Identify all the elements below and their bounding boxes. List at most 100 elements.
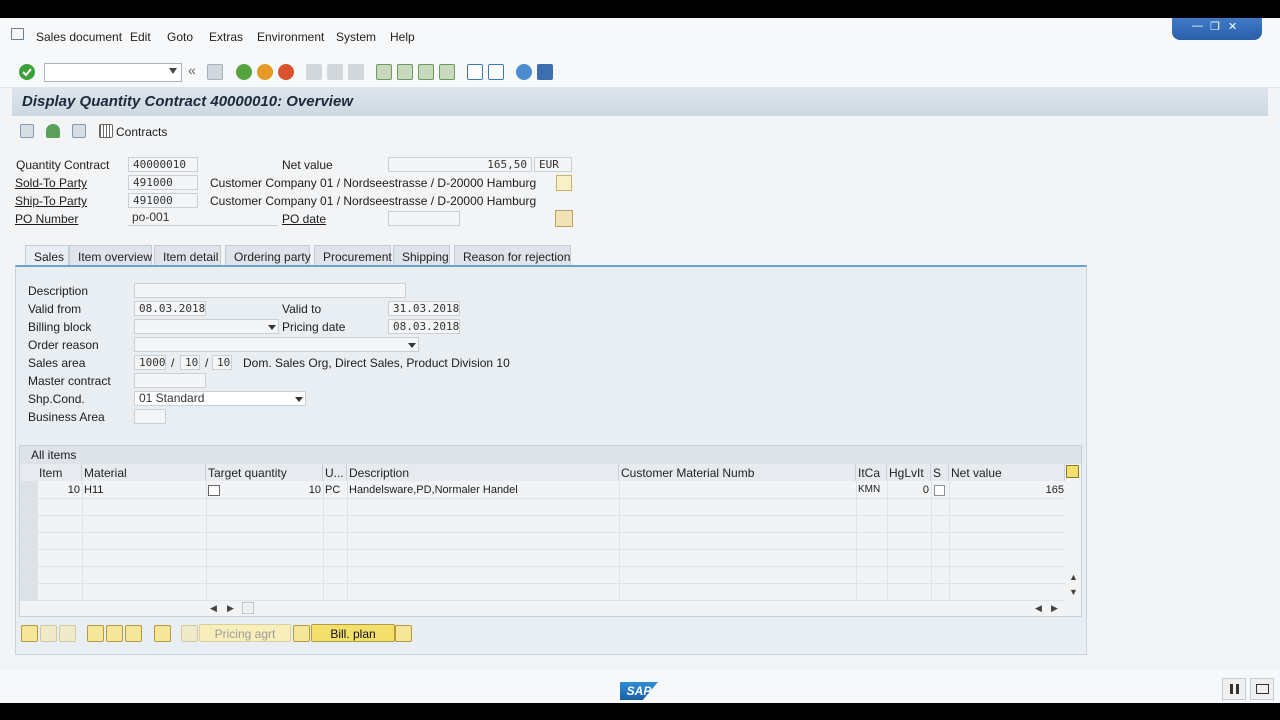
shortcut-icon[interactable] bbox=[488, 64, 504, 80]
menu-extras[interactable]: Extras bbox=[209, 30, 243, 44]
column-header-s[interactable]: S bbox=[931, 464, 949, 481]
description-field[interactable] bbox=[134, 283, 406, 298]
menu-edit[interactable]: Edit bbox=[130, 30, 151, 44]
master-contract-field[interactable] bbox=[134, 373, 206, 388]
column-header-hglvit[interactable]: HgLvIt bbox=[887, 464, 931, 481]
cell-net-value[interactable]: 165 bbox=[951, 484, 1064, 496]
help-icon[interactable] bbox=[516, 64, 532, 80]
menu-environment[interactable]: Environment bbox=[257, 30, 324, 44]
exit-icon[interactable] bbox=[257, 64, 273, 80]
column-header-itca[interactable]: ItCa bbox=[856, 464, 887, 481]
cell-hglvit[interactable]: 0 bbox=[889, 484, 929, 496]
order-icon[interactable] bbox=[72, 124, 86, 138]
business-area-field[interactable] bbox=[134, 409, 166, 424]
chevron-down-icon[interactable] bbox=[408, 343, 416, 348]
new-session-icon[interactable] bbox=[467, 64, 483, 80]
note-icon[interactable] bbox=[556, 175, 572, 191]
tab-shipping[interactable]: Shipping bbox=[393, 245, 450, 267]
scroll-left-icon[interactable]: ◀ bbox=[210, 603, 217, 614]
valid-to-field[interactable]: 31.03.2018 bbox=[388, 301, 460, 316]
bill-plan-button[interactable]: Bill. plan bbox=[311, 624, 395, 642]
bill-plan-search-icon[interactable] bbox=[293, 625, 310, 642]
column-header-customer-material[interactable]: Customer Material Numb bbox=[619, 464, 856, 481]
ship-to-field[interactable]: 491000 bbox=[128, 193, 198, 208]
tab-item-detail[interactable]: Item detail bbox=[154, 245, 221, 267]
double-chevron-left-icon[interactable]: « bbox=[188, 62, 204, 78]
valid-from-field[interactable]: 08.03.2018 bbox=[134, 301, 206, 316]
insert-row-icon[interactable] bbox=[40, 625, 57, 642]
next-page-icon[interactable] bbox=[418, 64, 434, 80]
po-number-field[interactable]: po-001 bbox=[128, 211, 278, 226]
last-page-icon[interactable] bbox=[439, 64, 455, 80]
find-next-icon[interactable] bbox=[348, 64, 364, 80]
cell-itca[interactable]: KMN bbox=[858, 484, 886, 495]
horizontal-scrollbar-thumb[interactable] bbox=[242, 602, 254, 614]
billing-block-dropdown[interactable] bbox=[134, 319, 279, 334]
column-header-net-value[interactable]: Net value bbox=[949, 464, 1065, 481]
scroll-right-icon[interactable]: ▶ bbox=[227, 603, 234, 614]
restore-icon[interactable]: ❐ bbox=[1210, 20, 1220, 33]
tab-sales[interactable]: Sales bbox=[25, 245, 69, 267]
deselect-all-icon[interactable] bbox=[125, 625, 142, 642]
find-icon[interactable] bbox=[327, 64, 343, 80]
orders-icon[interactable] bbox=[555, 210, 573, 227]
menu-document-icon[interactable] bbox=[11, 28, 24, 40]
scroll-left-icon[interactable]: ◀ bbox=[1035, 603, 1042, 614]
pricing-agrt-button[interactable]: Pricing agrt bbox=[199, 624, 291, 642]
currency-field[interactable]: EUR bbox=[534, 157, 572, 172]
edit-icon[interactable] bbox=[395, 625, 412, 642]
shipping-condition-dropdown[interactable]: 01 Standard bbox=[134, 391, 306, 406]
distribution-channel-field[interactable]: 10 bbox=[180, 355, 200, 370]
po-number-label[interactable]: PO Number bbox=[15, 212, 78, 226]
cancel-icon[interactable] bbox=[278, 64, 294, 80]
first-page-icon[interactable] bbox=[376, 64, 392, 80]
order-reason-dropdown[interactable] bbox=[134, 337, 419, 352]
enter-check-icon[interactable] bbox=[19, 64, 35, 80]
table-settings-icon[interactable] bbox=[1066, 465, 1079, 478]
menu-help[interactable]: Help bbox=[390, 30, 415, 44]
contracts-icon[interactable] bbox=[99, 124, 113, 138]
tab-item-overview[interactable]: Item overview bbox=[69, 245, 152, 267]
pricing-search-icon[interactable] bbox=[181, 625, 198, 642]
scroll-down-icon[interactable]: ▼ bbox=[1069, 587, 1078, 597]
customize-layout-icon[interactable] bbox=[537, 64, 553, 80]
cell-item[interactable]: 10 bbox=[50, 484, 80, 496]
ship-to-label[interactable]: Ship-To Party bbox=[15, 194, 87, 208]
column-header-material[interactable]: Material bbox=[82, 464, 206, 481]
division-field[interactable]: 10 bbox=[212, 355, 232, 370]
tab-reason-for-rejection[interactable]: Reason for rejection bbox=[454, 245, 571, 267]
sold-to-label[interactable]: Sold-To Party bbox=[15, 176, 87, 190]
menu-system[interactable]: System bbox=[336, 30, 376, 44]
back-icon[interactable] bbox=[236, 64, 252, 80]
cell-unit[interactable]: PC bbox=[325, 484, 347, 496]
select-block-icon[interactable] bbox=[106, 625, 123, 642]
column-header-item[interactable]: Item bbox=[20, 464, 82, 481]
command-field[interactable] bbox=[44, 63, 182, 82]
net-value-field[interactable]: 165,50 bbox=[388, 157, 532, 172]
sold-to-field[interactable]: 491000 bbox=[128, 175, 198, 190]
chevron-down-icon[interactable] bbox=[169, 68, 177, 74]
pause-icon[interactable] bbox=[1222, 678, 1246, 700]
select-all-icon[interactable] bbox=[87, 625, 104, 642]
close-icon[interactable]: ✕ bbox=[1228, 20, 1237, 33]
menu-goto[interactable]: Goto bbox=[167, 30, 193, 44]
column-header-target-quantity[interactable]: Target quantity bbox=[206, 464, 323, 481]
display-doc-flow-icon[interactable] bbox=[20, 124, 34, 138]
delete-row-icon[interactable] bbox=[59, 625, 76, 642]
print-icon[interactable] bbox=[306, 64, 322, 80]
quantity-contract-field[interactable]: 40000010 bbox=[128, 157, 198, 172]
business-partner-icon[interactable] bbox=[46, 124, 60, 138]
scroll-right-icon[interactable]: ▶ bbox=[1051, 603, 1058, 614]
po-date-label[interactable]: PO date bbox=[282, 212, 326, 226]
cell-description[interactable]: Handelsware,PD,Normaler Handel bbox=[349, 484, 617, 496]
save-icon[interactable] bbox=[207, 64, 223, 80]
configuration-icon[interactable] bbox=[154, 625, 171, 642]
contracts-button[interactable]: Contracts bbox=[116, 125, 167, 139]
tab-ordering-party[interactable]: Ordering party bbox=[225, 245, 311, 267]
minimize-icon[interactable]: — bbox=[1192, 20, 1203, 32]
chevron-down-icon[interactable] bbox=[295, 397, 303, 402]
cell-material[interactable]: H11 bbox=[84, 484, 204, 496]
tab-procurement[interactable]: Procurement bbox=[314, 245, 392, 267]
scroll-up-icon[interactable]: ▲ bbox=[1069, 572, 1078, 582]
column-header-unit[interactable]: U... bbox=[323, 464, 347, 481]
